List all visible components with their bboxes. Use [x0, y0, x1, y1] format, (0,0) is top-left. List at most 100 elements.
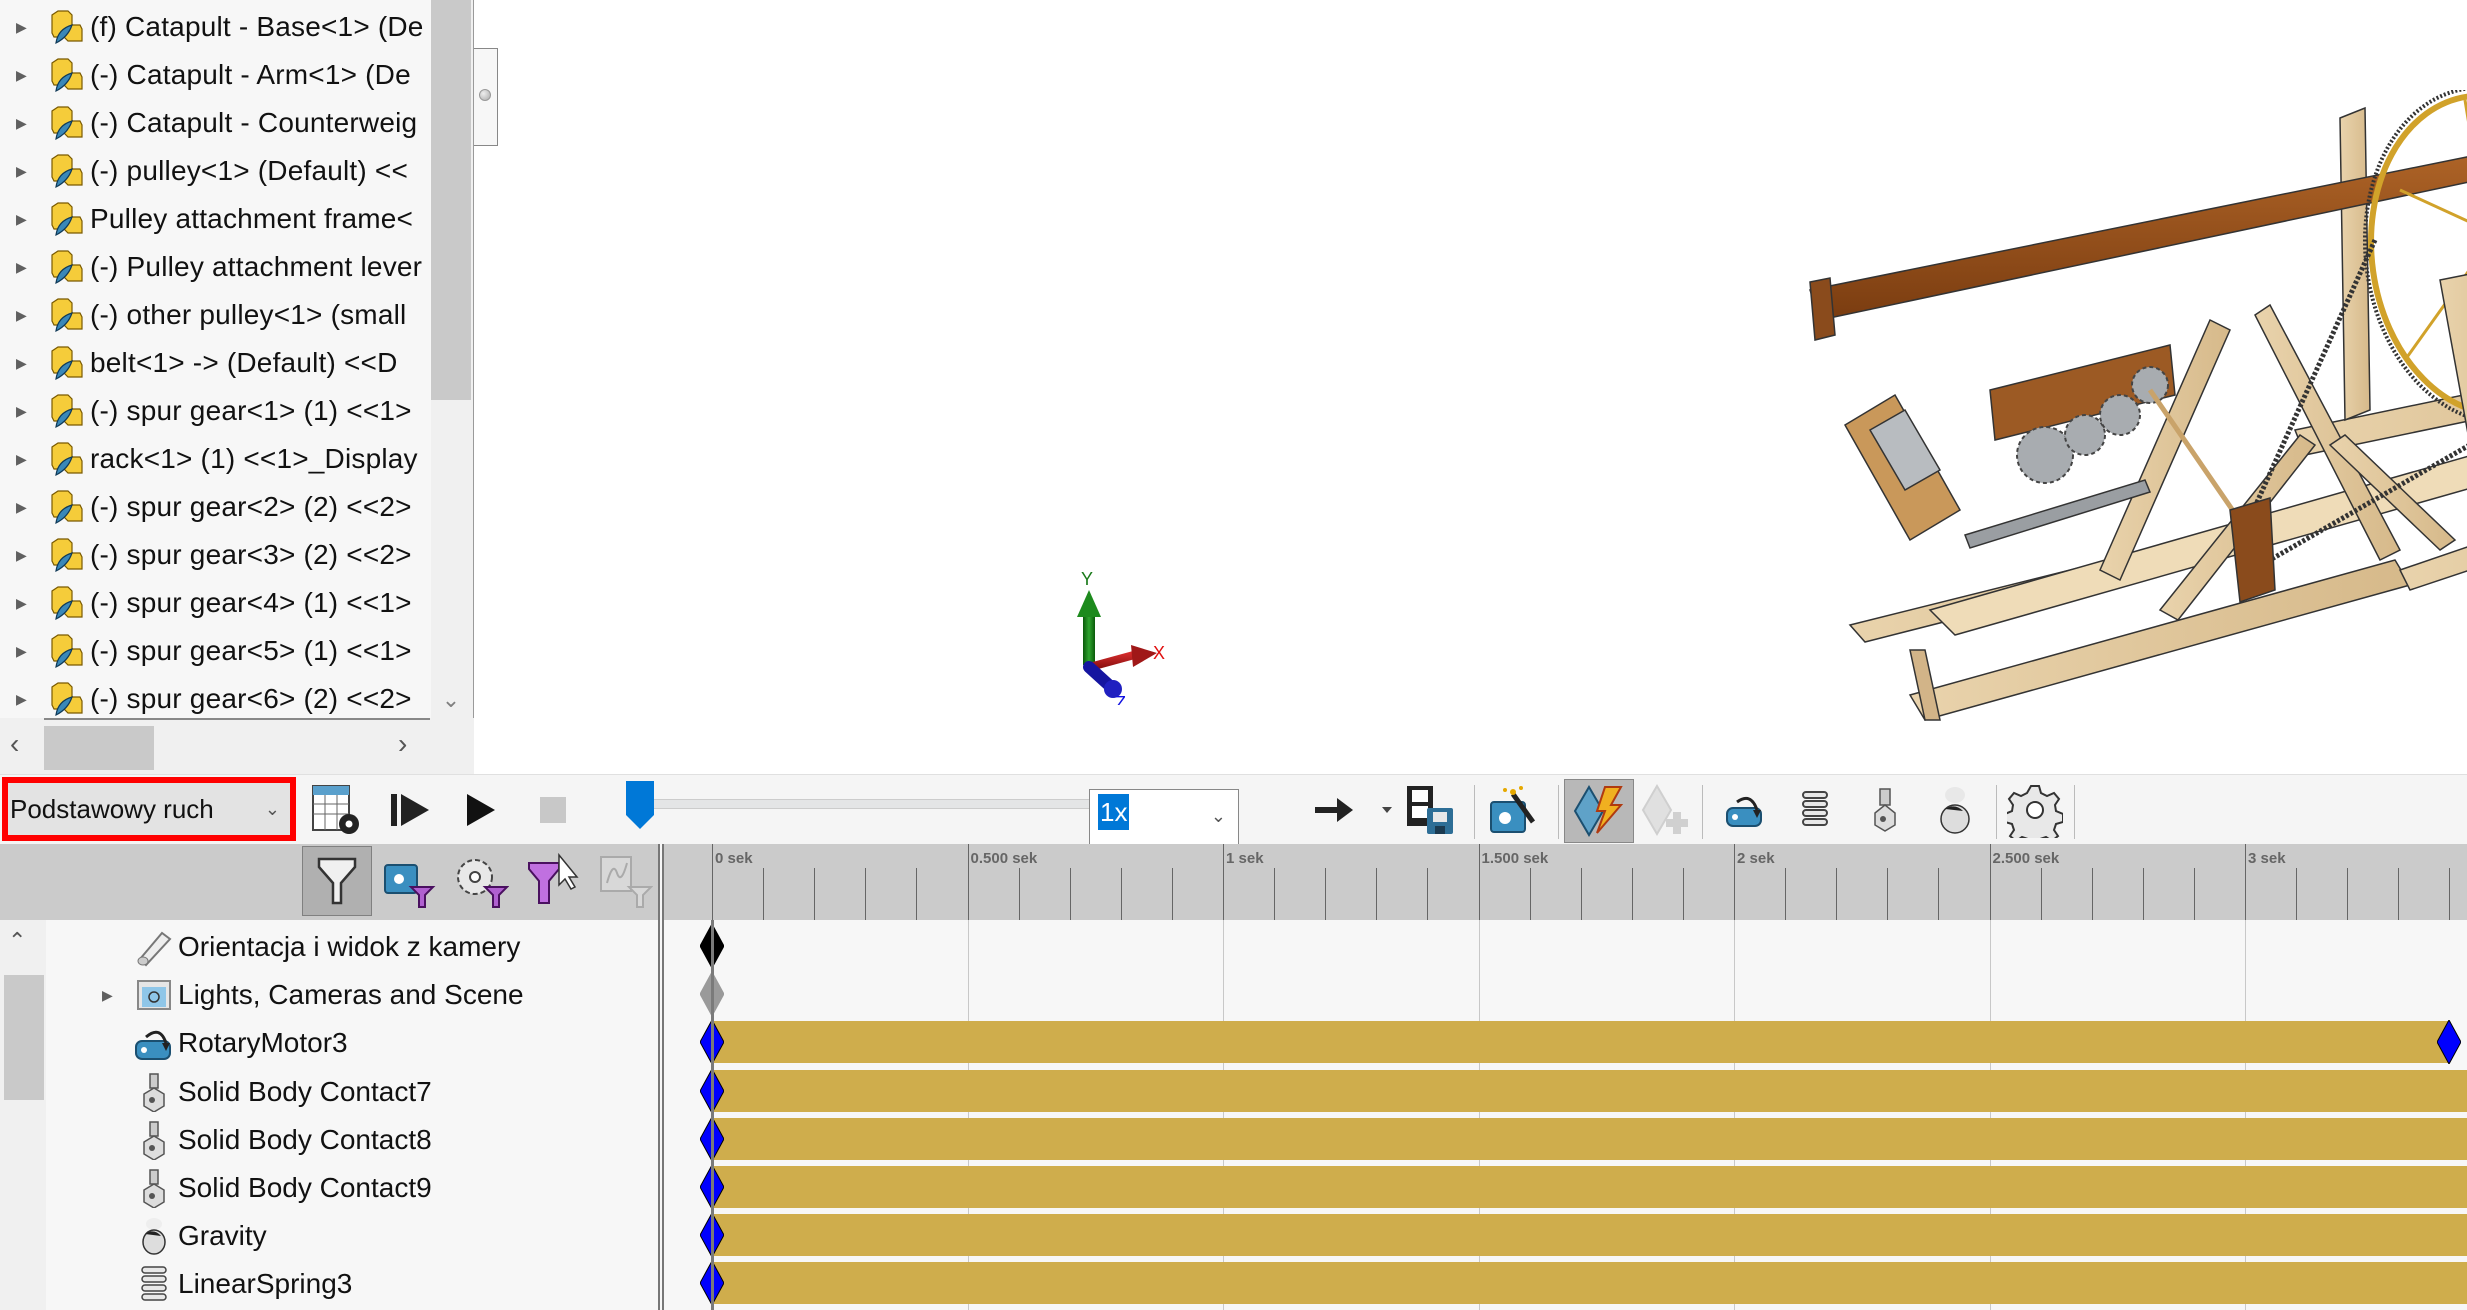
autokey-button[interactable]	[1564, 779, 1634, 843]
expand-arrow-icon[interactable]: ▶	[16, 691, 28, 708]
time-slider-track[interactable]	[650, 799, 1090, 809]
expand-arrow-icon[interactable]: ▶	[16, 355, 28, 372]
gravity-button[interactable]	[1926, 781, 1984, 839]
feature-tree-item[interactable]: ▶ (-) Catapult - Counterweig	[0, 99, 430, 147]
expand-arrow-icon[interactable]: ▶	[16, 115, 28, 132]
playback-mode-button[interactable]	[1306, 781, 1364, 839]
timeline-area[interactable]	[664, 920, 2467, 1310]
expand-arrow-icon[interactable]: ▶	[16, 259, 28, 276]
keyframe-marker[interactable]	[2437, 1020, 2462, 1065]
ruler-tick	[763, 868, 765, 920]
scroll-left-arrow-icon[interactable]: ‹	[10, 728, 19, 760]
feature-tree-item-label: (-) spur gear<4> (1) <<1>	[90, 587, 412, 618]
spring-button[interactable]	[1786, 781, 1844, 839]
ruler-tick	[712, 844, 713, 920]
z-axis-label: Z	[1115, 693, 1126, 705]
add-key-button[interactable]	[1636, 781, 1694, 839]
expand-arrow-icon[interactable]: ▶	[16, 595, 28, 612]
autokey-lightning-icon	[1573, 785, 1624, 837]
motor-button[interactable]	[1716, 781, 1774, 839]
motion-tree-item[interactable]: Solid Body Contact7	[0, 1068, 650, 1116]
feature-tree-item[interactable]: ▶ rack<1> (1) <<1>_Display	[0, 435, 430, 483]
expand-arrow-icon[interactable]: ▶	[16, 67, 28, 84]
ruler-tick	[1785, 868, 1787, 920]
timeline-bar[interactable]	[712, 1214, 2467, 1257]
motion-tree-item[interactable]: Solid Body Contact9	[0, 1164, 650, 1212]
stop-button[interactable]	[524, 781, 582, 839]
play-from-start-button[interactable]	[382, 781, 440, 839]
study-type-dropdown[interactable]: Podstawowy ruch ⌄	[2, 777, 296, 841]
time-slider[interactable]	[600, 775, 1100, 845]
filter-driving-button[interactable]	[374, 846, 444, 916]
study-properties-button[interactable]	[2006, 781, 2064, 839]
animation-wizard-button[interactable]	[1484, 781, 1542, 839]
gear-funnel-icon	[457, 859, 509, 908]
filter-selected-button[interactable]	[446, 846, 516, 916]
save-animation-button[interactable]	[1400, 781, 1458, 839]
scrollbar-thumb[interactable]	[44, 726, 154, 770]
scroll-right-arrow-icon[interactable]: ›	[398, 728, 407, 760]
motion-tree-item[interactable]: RotaryMotor3	[0, 1019, 650, 1067]
assembly-component-icon	[50, 201, 84, 237]
filter-animated-button[interactable]	[302, 846, 372, 916]
timeline-bar[interactable]	[712, 1262, 2467, 1305]
graphics-viewport[interactable]: Y X Z	[500, 0, 2467, 774]
add-key-icon	[1641, 784, 1688, 836]
expand-arrow-icon[interactable]: ▶	[16, 211, 28, 228]
motion-tree-item[interactable]: Orientacja i widok z kamery	[0, 923, 650, 971]
play-from-start-icon	[391, 794, 429, 826]
feature-tree-item[interactable]: ▶ (f) Catapult - Base<1> (De	[0, 3, 430, 51]
expand-arrow-icon[interactable]: ▶	[16, 643, 28, 660]
ruler-tick	[1171, 868, 1173, 920]
feature-tree-item[interactable]: ▶ (-) spur gear<1> (1) <<1>	[0, 387, 430, 435]
toolbar-separator	[1558, 785, 1559, 839]
timeline-playhead[interactable]	[711, 920, 714, 1310]
feature-tree-item[interactable]: ▶ (-) other pulley<1> (small	[0, 291, 430, 339]
expand-arrow-icon[interactable]: ▶	[16, 163, 28, 180]
feature-tree-item[interactable]: ▶ (-) spur gear<6> (2) <<2>	[0, 675, 430, 718]
motion-tree-item[interactable]: LinearSpring3	[0, 1260, 650, 1308]
feature-tree-item[interactable]: ▶ (-) pulley<1> (Default) <<	[0, 147, 430, 195]
film-save-icon	[1407, 786, 1453, 834]
timeline-bar[interactable]	[712, 1021, 2450, 1064]
motion-tree-item[interactable]: Solid Body Contact8	[0, 1116, 650, 1164]
catapult-3d-model[interactable]	[1800, 90, 2467, 740]
feature-tree-item[interactable]: ▶ (-) spur gear<4> (1) <<1>	[0, 579, 430, 627]
expand-arrow-icon[interactable]: ▶	[16, 547, 28, 564]
timeline-bar[interactable]	[712, 1069, 2467, 1112]
play-button[interactable]	[452, 781, 510, 839]
expand-arrow-icon[interactable]: ▶	[16, 451, 28, 468]
calculate-button[interactable]	[308, 781, 366, 839]
feature-tree-item[interactable]: ▶ belt<1> -> (Default) <<D	[0, 339, 430, 387]
feature-tree-item[interactable]: ▶ (-) Pulley attachment lever	[0, 243, 430, 291]
motion-tree-item[interactable]: ▶ Lights, Cameras and Scene	[0, 971, 650, 1019]
time-slider-thumb[interactable]	[626, 781, 654, 829]
expand-arrow-icon[interactable]: ▶	[16, 307, 28, 324]
timeline-bar[interactable]	[712, 1117, 2467, 1160]
expand-arrow-icon[interactable]: ▶	[16, 499, 28, 516]
scroll-down-arrow-icon[interactable]: ⌄	[437, 686, 465, 714]
assembly-component-icon	[50, 297, 84, 333]
feature-tree-item[interactable]: ▶ (-) spur gear<5> (1) <<1>	[0, 627, 430, 675]
feature-tree-horizontal-scrollbar[interactable]: ‹ ›	[0, 718, 474, 774]
feature-tree-item-label: rack<1> (1) <<1>_Display	[90, 443, 418, 474]
playback-mode-dropdown[interactable]	[1372, 781, 1402, 839]
expand-arrow-icon[interactable]: ▶	[102, 987, 113, 1004]
expand-arrow-icon[interactable]: ▶	[16, 19, 28, 36]
feature-tree-item[interactable]: ▶ (-) Catapult - Arm<1> (De	[0, 51, 430, 99]
timeline-bar[interactable]	[712, 1166, 2467, 1208]
filter-results-graph-button[interactable]	[590, 846, 660, 916]
timeline-ruler[interactable]: 0 sek 0.500 sek 1 sek 1.500 sek 2 sek 2.500 s…	[664, 844, 2467, 920]
panel-collapse-handle[interactable]	[474, 48, 498, 146]
scrollbar-thumb[interactable]	[431, 0, 471, 400]
feature-tree-item[interactable]: ▶ (-) spur gear<3> (2) <<2>	[0, 531, 430, 579]
motion-tree-item[interactable]: Gravity	[0, 1212, 650, 1260]
filter-results-button[interactable]	[518, 846, 588, 916]
assembly-component-icon	[50, 249, 84, 285]
feature-tree-item[interactable]: ▶ Pulley attachment frame<	[0, 195, 430, 243]
expand-arrow-icon[interactable]: ▶	[16, 403, 28, 420]
feature-tree-item[interactable]: ▶ (-) spur gear<2> (2) <<2>	[0, 483, 430, 531]
camera-funnel-icon	[384, 864, 436, 908]
contact-button[interactable]	[1856, 781, 1914, 839]
feature-tree-vertical-scrollbar[interactable]: ⌄	[431, 0, 473, 718]
